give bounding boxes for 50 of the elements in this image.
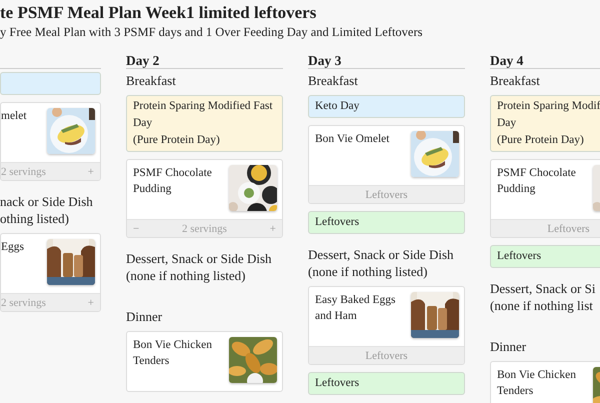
recipe-title[interactable]: Eggs bbox=[1, 239, 24, 255]
meal-heading: othing listed) bbox=[0, 210, 69, 227]
recipe-card[interactable]: melet 2 servings + bbox=[0, 102, 101, 181]
day-note: Leftovers bbox=[308, 211, 465, 234]
servings-count: 2 servings bbox=[1, 296, 47, 308]
leftovers-label: Leftovers bbox=[364, 350, 409, 362]
day-note: Keto Day bbox=[308, 95, 465, 118]
day-heading: Day 2 bbox=[126, 53, 160, 68]
recipe-card[interactable]: Bon Vie Chicken Tenders bbox=[126, 331, 283, 392]
recipe-title[interactable]: Bon Vie Chicken bbox=[497, 367, 576, 383]
recipe-title[interactable]: Easy Baked Eggs bbox=[315, 292, 396, 308]
recipe-card[interactable]: Bon Vie Omelet Leftovers bbox=[308, 125, 465, 204]
recipe-card[interactable]: Bon Vie Chicken Tenders bbox=[490, 361, 600, 403]
day-heading: Day 4 bbox=[490, 53, 524, 68]
recipe-title[interactable]: Tenders bbox=[497, 383, 534, 399]
meal-heading: Dinner bbox=[490, 338, 526, 355]
recipe-title[interactable]: PSMF Chocolate bbox=[133, 165, 212, 181]
meal-heading: Dessert, Snack or Si bbox=[490, 280, 596, 297]
day-note: Leftovers bbox=[490, 245, 600, 268]
recipe-title[interactable]: PSMF Chocolate bbox=[497, 165, 576, 181]
recipe-title[interactable]: Bon Vie Omelet bbox=[315, 131, 390, 147]
meal-heading: Breakfast bbox=[126, 72, 176, 89]
recipe-card[interactable]: PSMF Chocolate Pudding Leftovers bbox=[490, 159, 600, 238]
day-heading: Day 3 bbox=[308, 53, 342, 68]
meal-heading: (none if nothing list bbox=[490, 297, 593, 314]
recipe-title[interactable]: Pudding bbox=[497, 181, 536, 197]
recipe-title[interactable]: Tenders bbox=[133, 353, 170, 369]
leftovers-label: Leftovers bbox=[546, 222, 591, 234]
meal-heading: Breakfast bbox=[490, 72, 540, 89]
recipe-title[interactable]: and Ham bbox=[315, 308, 357, 324]
recipe-title[interactable]: melet bbox=[1, 108, 27, 124]
servings-count: 2 servings bbox=[181, 222, 228, 234]
recipe-title[interactable]: Pudding bbox=[133, 181, 172, 197]
recipe-card[interactable]: PSMF Chocolate Pudding − 2 servings + bbox=[126, 159, 283, 238]
day-note: Leftovers bbox=[308, 372, 465, 395]
meal-heading: Breakfast bbox=[308, 72, 358, 89]
meal-heading: Dessert, Snack or Side Dish bbox=[126, 250, 272, 267]
meal-heading: Dinner bbox=[126, 308, 162, 325]
leftovers-label: Leftovers bbox=[364, 188, 409, 200]
page-title: te PSMF Meal Plan Week1 limited leftovers bbox=[0, 3, 318, 22]
recipe-card[interactable]: Easy Baked Eggs and Ham Leftovers bbox=[308, 286, 465, 365]
servings-count: 2 servings bbox=[1, 166, 47, 178]
recipe-card[interactable]: Eggs 2 servings + bbox=[0, 233, 101, 312]
meal-heading: (none if nothing listed) bbox=[126, 267, 246, 284]
meal-heading: Dessert, Snack or Side Dish bbox=[308, 246, 454, 263]
day-note: Protein Sparing Modified Fast Day (Pure Protein Day) bbox=[126, 95, 283, 152]
recipe-title[interactable]: Bon Vie Chicken bbox=[133, 337, 212, 353]
meal-heading: (none if nothing listed) bbox=[308, 263, 428, 280]
meal-heading: nack or Side Dish bbox=[0, 193, 93, 210]
page-subtitle: y Free Meal Plan with 3 PSMF days and 1 Over Feeding Day and Limited Leftovers bbox=[0, 25, 424, 40]
